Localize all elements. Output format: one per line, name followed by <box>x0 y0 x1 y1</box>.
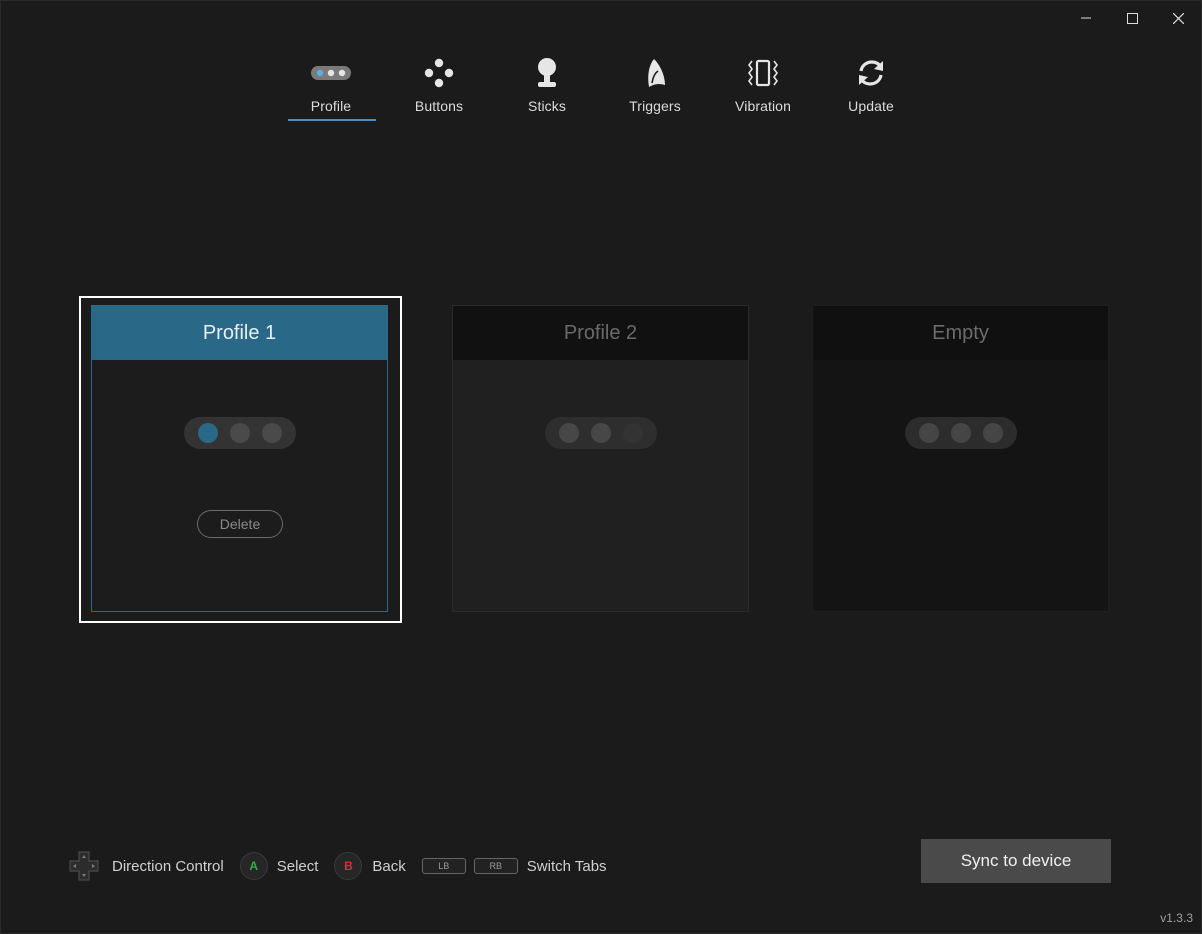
hint-back: Back <box>372 857 406 875</box>
tab-profile[interactable]: Profile <box>277 55 385 121</box>
profile-icon <box>311 55 351 91</box>
tab-label: Vibration <box>735 98 791 114</box>
stick-icon <box>535 55 559 91</box>
indicator-dot <box>559 423 579 443</box>
profile-card-3[interactable]: Empty <box>812 305 1109 612</box>
update-icon <box>856 55 886 91</box>
a-button-icon: A <box>239 852 268 880</box>
hint-switch-tabs: Switch Tabs <box>526 857 607 875</box>
tab-label: Buttons <box>414 98 464 114</box>
profile-title: Empty <box>813 306 1108 360</box>
tab-label: Update <box>848 98 894 114</box>
profile-indicator <box>545 417 657 449</box>
close-icon[interactable] <box>1155 1 1201 35</box>
tab-update[interactable]: Update <box>817 55 925 121</box>
profile-indicator <box>184 417 296 449</box>
indicator-dot <box>919 423 939 443</box>
profile-indicator <box>905 417 1017 449</box>
tab-label: Triggers <box>629 98 681 114</box>
profile-title: Profile 2 <box>453 306 748 360</box>
indicator-dot <box>983 423 1003 443</box>
tab-sticks[interactable]: Sticks <box>493 55 601 121</box>
buttons-icon <box>424 55 454 91</box>
dpad-icon <box>68 850 100 882</box>
active-tab-indicator <box>288 119 376 121</box>
tab-label: Sticks <box>528 98 566 114</box>
selection-frame <box>79 296 402 623</box>
tab-vibration[interactable]: Vibration <box>709 55 817 121</box>
lb-button-icon: LB <box>421 858 466 874</box>
controller-hints: Direction Control A Select B Back LB RB … <box>68 849 607 883</box>
hint-direction: Direction Control <box>112 857 224 875</box>
vibration-icon <box>747 55 779 91</box>
version-label: v1.3.3 <box>1160 911 1193 925</box>
rb-button-icon: RB <box>473 858 518 874</box>
tab-buttons[interactable]: Buttons <box>385 55 493 121</box>
indicator-dot <box>591 423 611 443</box>
indicator-dot <box>951 423 971 443</box>
tab-bar: Profile Buttons Sticks Triggers Vibratio… <box>277 55 925 121</box>
app-window: Profile Buttons Sticks Triggers Vibratio… <box>0 0 1202 934</box>
indicator-dot <box>262 423 282 443</box>
delete-button[interactable]: Delete <box>197 510 283 538</box>
sync-to-device-button[interactable]: Sync to device <box>921 839 1111 883</box>
indicator-dot <box>230 423 250 443</box>
hint-select: Select <box>276 857 319 875</box>
indicator-dot <box>623 423 643 443</box>
window-controls <box>1063 1 1201 35</box>
minimize-icon[interactable] <box>1063 1 1109 35</box>
trigger-icon <box>643 55 667 91</box>
tab-triggers[interactable]: Triggers <box>601 55 709 121</box>
maximize-icon[interactable] <box>1109 1 1155 35</box>
profile-card-1[interactable]: Profile 1 Delete <box>79 296 402 623</box>
tab-label: Profile <box>310 98 352 114</box>
profile-card-2[interactable]: Profile 2 <box>452 305 749 612</box>
b-button-icon: B <box>334 852 363 880</box>
indicator-dot <box>198 423 218 443</box>
